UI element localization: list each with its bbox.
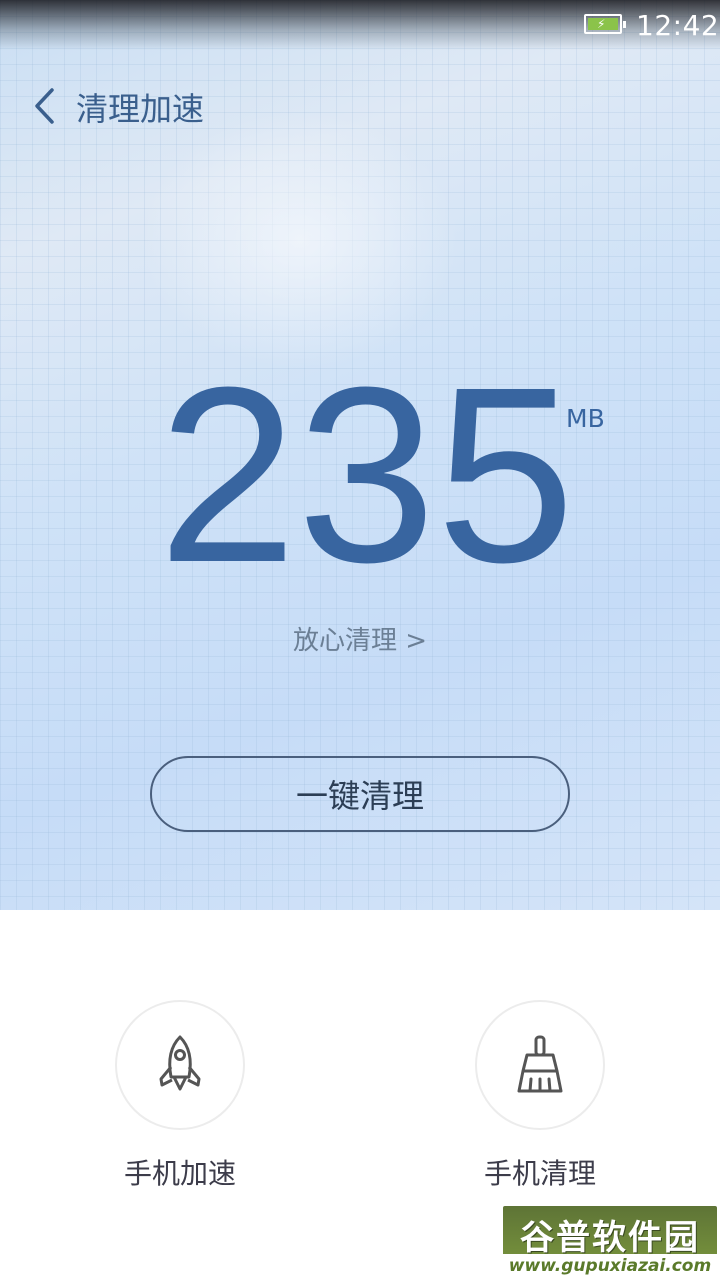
watermark-url: www.gupuxiazai.com (503, 1254, 717, 1278)
watermark-logo-text: 谷普软件园 (520, 1218, 700, 1258)
hero-panel: ⚡ 12:42 清理加速 235 MB 放心清理 > 一键清理 (0, 0, 720, 910)
broom-icon (517, 1035, 563, 1093)
one-tap-clean-label: 一键清理 (295, 777, 424, 815)
junk-size-value: 235 (158, 335, 576, 614)
junk-size-unit: MB (566, 404, 605, 433)
back-button[interactable] (22, 82, 66, 130)
hero-glow (140, 110, 460, 370)
phone-boost-label: 手机加速 (123, 1157, 236, 1190)
phone-boost-shortcut[interactable]: 手机加速 (60, 1000, 300, 1192)
phone-clean-shortcut[interactable]: 手机清理 (420, 1000, 660, 1192)
battery-charging-icon: ⚡ (584, 14, 626, 34)
one-tap-clean-button[interactable]: 一键清理 (150, 756, 570, 832)
rocket-icon (159, 1035, 201, 1091)
page-title: 清理加速 (76, 90, 205, 128)
status-clock: 12:42 (636, 9, 720, 42)
status-bar: ⚡ 12:42 (0, 0, 720, 50)
chevron-left-icon (35, 88, 54, 124)
app-root: ⚡ 12:42 清理加速 235 MB 放心清理 > 一键清理 手机加速 手机清… (0, 0, 720, 1280)
safe-clean-link[interactable]: 放心清理 > (0, 620, 720, 657)
phone-clean-circle[interactable] (475, 1000, 605, 1130)
phone-boost-circle[interactable] (115, 1000, 245, 1130)
watermark-logo: 谷普软件园 www.gupuxiazai.com (503, 1206, 717, 1278)
phone-clean-label: 手机清理 (483, 1157, 596, 1190)
charging-bolt-icon: ⚡ (597, 17, 606, 31)
